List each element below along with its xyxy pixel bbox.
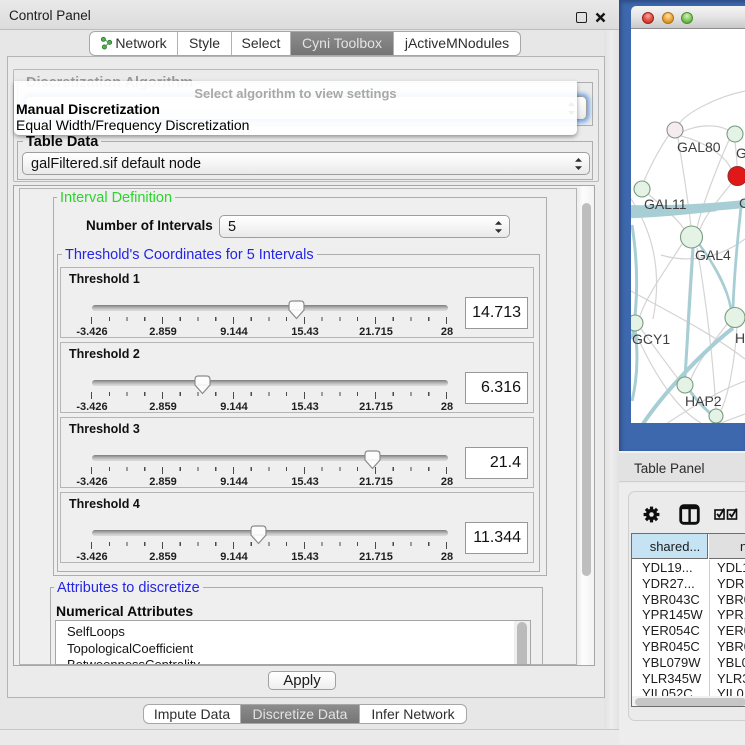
svg-text:GAL11: GAL11 [644, 196, 687, 212]
svg-text:C: C [739, 195, 745, 211]
svg-text:HAP2: HAP2 [685, 393, 722, 409]
svg-text:H: H [735, 330, 745, 346]
svg-text:GCY1: GCY1 [632, 331, 670, 347]
svg-text:GAL80: GAL80 [677, 139, 721, 155]
svg-text:G...: G... [736, 145, 745, 161]
svg-text:GAL4: GAL4 [695, 247, 731, 263]
